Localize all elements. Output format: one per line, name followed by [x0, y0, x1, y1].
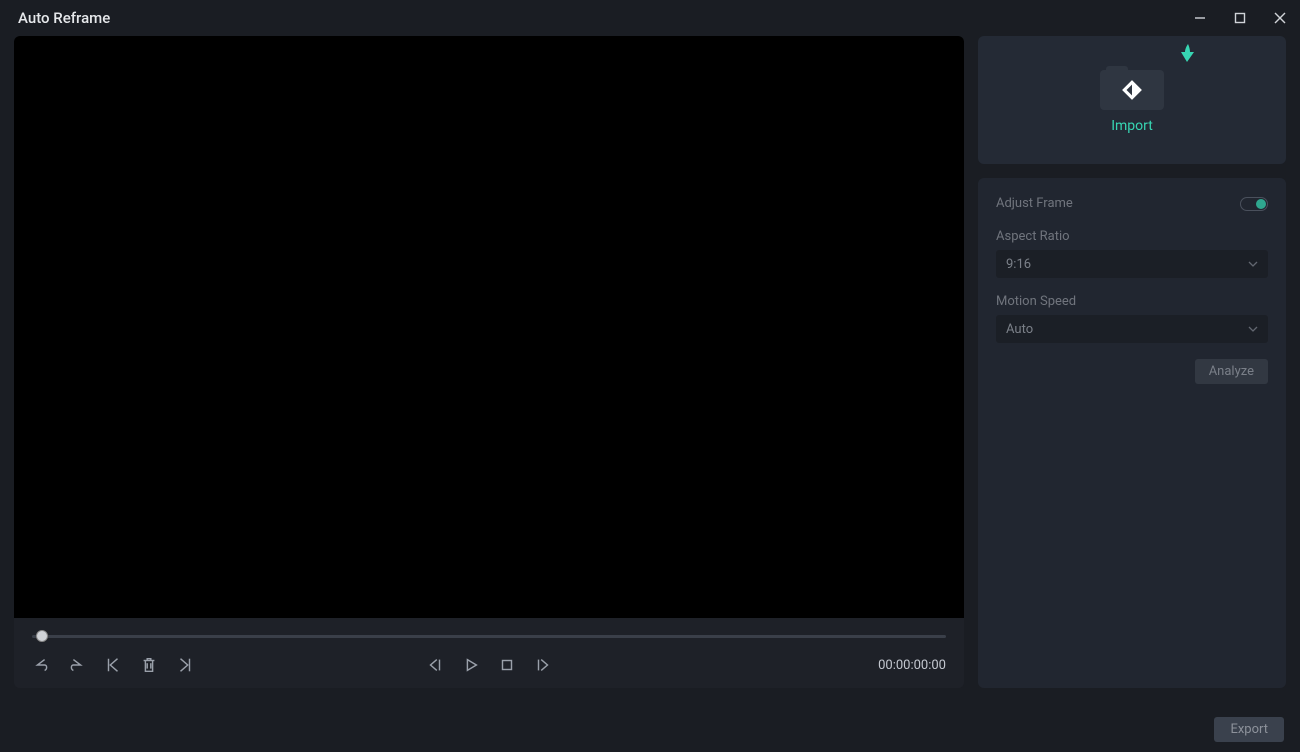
delete-button[interactable]	[140, 656, 158, 674]
skip-end-button[interactable]	[176, 656, 194, 674]
play-button[interactable]	[462, 656, 480, 674]
aspect-ratio-select[interactable]: 9:16	[996, 250, 1268, 278]
stop-button[interactable]	[498, 656, 516, 674]
play-icon	[462, 656, 480, 674]
minimize-button[interactable]	[1180, 0, 1220, 36]
frame-back-icon	[426, 656, 444, 674]
preview-panel: 00:00:00:00	[14, 36, 964, 688]
side-panel: Import Adjust Frame Aspect Ratio 9:16 Mo…	[978, 36, 1286, 688]
titlebar: Auto Reframe	[0, 0, 1300, 36]
scrubber[interactable]	[32, 630, 946, 642]
redo-button[interactable]	[68, 656, 86, 674]
window-title: Auto Reframe	[18, 9, 110, 27]
close-icon	[1274, 12, 1286, 24]
frame-forward-button[interactable]	[534, 656, 552, 674]
frame-forward-icon	[534, 656, 552, 674]
chevron-down-icon	[1248, 324, 1258, 334]
analyze-button[interactable]: Analyze	[1195, 359, 1268, 384]
close-button[interactable]	[1260, 0, 1300, 36]
skip-start-icon	[104, 656, 122, 674]
window-buttons	[1180, 0, 1300, 36]
footer-bar: Export	[0, 706, 1300, 752]
video-preview	[14, 36, 964, 618]
adjust-frame-toggle[interactable]	[1240, 197, 1268, 211]
export-button[interactable]: Export	[1214, 717, 1284, 742]
minimize-icon	[1194, 12, 1206, 24]
motion-speed-value: Auto	[1006, 322, 1033, 337]
toggle-knob	[1256, 199, 1266, 209]
maximize-button[interactable]	[1220, 0, 1260, 36]
import-card[interactable]: Import	[978, 36, 1286, 164]
chevron-down-icon	[1248, 259, 1258, 269]
skip-start-button[interactable]	[104, 656, 122, 674]
skip-end-icon	[176, 656, 194, 674]
frame-back-button[interactable]	[426, 656, 444, 674]
aspect-ratio-label: Aspect Ratio	[996, 229, 1268, 244]
redo-icon	[68, 656, 86, 674]
timecode: 00:00:00:00	[878, 658, 946, 673]
adjust-frame-label: Adjust Frame	[996, 196, 1073, 211]
aspect-ratio-value: 9:16	[1006, 257, 1031, 272]
scrubber-track	[32, 635, 946, 638]
motion-speed-select[interactable]: Auto	[996, 315, 1268, 343]
trash-icon	[140, 656, 158, 674]
undo-button[interactable]	[32, 656, 50, 674]
folder-icon	[1100, 66, 1164, 110]
import-label: Import	[1111, 118, 1153, 134]
stop-icon	[498, 656, 516, 674]
scrubber-handle[interactable]	[36, 630, 48, 642]
maximize-icon	[1234, 12, 1246, 24]
settings-card: Adjust Frame Aspect Ratio 9:16 Motion Sp…	[978, 178, 1286, 688]
motion-speed-label: Motion Speed	[996, 294, 1268, 309]
player-controls: 00:00:00:00	[14, 618, 964, 688]
download-arrow-icon	[1176, 42, 1200, 70]
undo-icon	[32, 656, 50, 674]
